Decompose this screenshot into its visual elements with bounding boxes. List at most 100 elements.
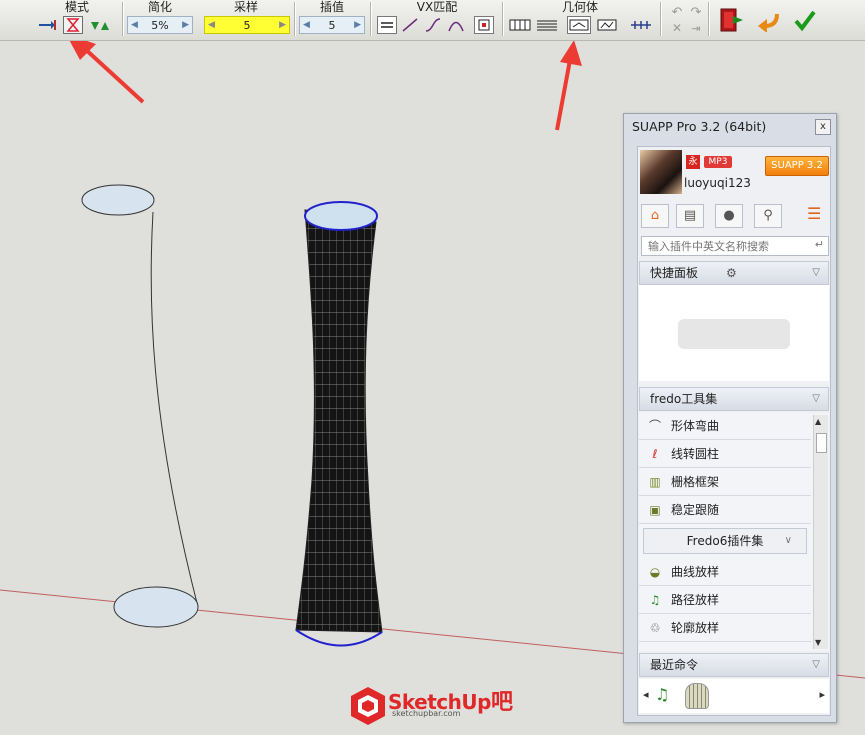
tool-item-skin-loft[interactable]: ♲ 轮廓放样 — [639, 615, 811, 642]
bottom-profile-ellipse — [113, 586, 199, 628]
mode-group: 模式 — [32, 0, 122, 40]
quick-panel-title: 快捷面板 — [650, 266, 699, 280]
mp3-badge: MP3 — [704, 156, 732, 168]
quick-panel-header[interactable]: 快捷面板 ⚙ ▽ — [639, 261, 829, 285]
path-loft-icon[interactable]: ♫ — [655, 685, 669, 704]
interp-value: 5 — [328, 18, 336, 32]
loft-icon: ◒ — [649, 565, 661, 579]
hourglass-icon[interactable] — [63, 16, 83, 34]
vx-match-group: VX匹配 — [374, 0, 500, 40]
mode-group-title: 模式 — [64, 0, 89, 14]
simplify-spinner[interactable]: ◀ 5% ▶ — [127, 16, 193, 34]
s-curve-icon[interactable] — [423, 16, 443, 34]
arc-icon[interactable] — [446, 16, 466, 34]
path-loft-icon: ♫ — [649, 593, 661, 607]
rows-icon[interactable] — [535, 16, 559, 34]
accept-check-icon[interactable] — [792, 6, 818, 34]
decrement-icon[interactable]: ◀ — [131, 20, 138, 30]
triangles-icon[interactable] — [89, 16, 109, 34]
sampling-spinner[interactable]: ◀ 5 ▶ — [204, 16, 290, 34]
panel-tabs: ⌂ ▤ ● ⚲ ☰ — [641, 204, 827, 230]
tool-item-path-loft[interactable]: ♫ 路径放样 — [639, 587, 811, 614]
quick-panel-placeholder — [678, 319, 790, 349]
watermark-url: sketchupbar.com — [392, 709, 461, 718]
suapp-version-button[interactable]: SUAPP 3.2 — [765, 156, 829, 176]
chevron-down-icon[interactable]: ▽ — [812, 388, 820, 410]
lattice-icon: ▥ — [649, 475, 661, 489]
simplify-group: 简化 ◀ 5% ▶ — [125, 0, 195, 40]
lofted-tower-mesh — [295, 209, 383, 633]
geometry-group: 几何体 — [505, 0, 655, 40]
annotation-arrow-right — [555, 41, 582, 131]
surface-tri-icon[interactable] — [595, 16, 619, 34]
scroll-up-icon[interactable]: ▲ — [815, 417, 821, 426]
enter-icon[interactable]: ↵ — [815, 238, 824, 251]
skip-icon[interactable]: ⇥ — [686, 19, 706, 37]
tool-item-tube[interactable]: ℓ 线转圆柱 — [639, 441, 811, 468]
columns-icon[interactable] — [508, 16, 532, 34]
menu-icon[interactable]: ☰ — [807, 204, 821, 223]
increment-icon[interactable]: ▶ — [354, 20, 361, 30]
home-icon[interactable]: ⌂ — [641, 204, 669, 228]
library-icon[interactable]: ▤ — [676, 204, 704, 228]
square-frame-icon[interactable] — [474, 16, 494, 34]
exit-door-icon[interactable] — [716, 5, 746, 35]
interp-title: 插值 — [319, 0, 344, 14]
user-icon[interactable]: ● — [715, 204, 743, 228]
surface-quad-icon[interactable] — [567, 16, 591, 34]
vx-match-title: VX匹配 — [416, 0, 458, 14]
scroll-down-icon[interactable]: ▼ — [815, 638, 821, 647]
chevron-down-icon: ∨ — [784, 535, 792, 546]
tool-label: 轮廓放样 — [671, 621, 720, 635]
recent-commands-header[interactable]: 最近命令 ▽ — [639, 653, 829, 677]
sampling-value: 5 — [243, 18, 251, 32]
tool-item-bend[interactable]: ⌒ 形体弯曲 — [639, 413, 811, 440]
gear-icon[interactable]: ⚙ — [726, 262, 737, 284]
fredo6-dropdown[interactable]: Fredo6插件集 ∨ — [643, 528, 807, 554]
annotation-arrow-left — [69, 41, 145, 104]
chevron-down-icon[interactable]: ▽ — [812, 262, 820, 284]
back-arrow-icon[interactable] — [754, 6, 782, 34]
suapp-panel: SUAPP Pro 3.2 (64bit) x 永 MP3 SUAPP 3.2 … — [623, 113, 837, 723]
loft-icon[interactable] — [685, 683, 709, 709]
divider — [122, 2, 124, 36]
sampling-group: 采样 ◀ 5 ▶ — [202, 0, 290, 40]
arrow-icon[interactable] — [37, 16, 57, 34]
parallel-lines-icon[interactable] — [377, 16, 397, 34]
fredo-section-header[interactable]: fredo工具集 ▽ — [639, 387, 829, 411]
tool-item-lattice[interactable]: ▥ 栅格框架 — [639, 469, 811, 496]
watermark-suffix: 吧 — [490, 690, 513, 715]
close-button[interactable]: x — [815, 119, 831, 135]
next-icon[interactable]: ▸ — [819, 688, 825, 701]
decrement-icon[interactable]: ◀ — [303, 20, 310, 30]
line-icon[interactable] — [400, 16, 420, 34]
recent-commands-title: 最近命令 — [650, 658, 699, 672]
interp-group: 插值 ◀ 5 ▶ — [297, 0, 367, 40]
quick-panel-body — [639, 285, 829, 381]
tool-label: 曲线放样 — [671, 565, 720, 579]
prev-icon[interactable]: ◂ — [643, 688, 649, 701]
fredo-section-title: fredo工具集 — [650, 392, 718, 406]
clear-icon[interactable]: ✕ — [667, 19, 687, 37]
increment-icon[interactable]: ▶ — [279, 20, 286, 30]
plugin-search-input[interactable] — [641, 236, 829, 256]
search-icon[interactable]: ⚲ — [754, 204, 782, 228]
curviloft-toolbar: 模式 简化 ◀ 5% ▶ 采样 ◀ 5 ▶ 插值 ◀ 5 ▶ VX匹配 几何体 … — [0, 0, 865, 41]
vertices-icon[interactable] — [629, 16, 653, 34]
divider — [294, 2, 296, 36]
increment-icon[interactable]: ▶ — [182, 20, 189, 30]
rail-curve — [150, 211, 199, 608]
tool-item-follow[interactable]: ▣ 稳定跟随 — [639, 497, 811, 524]
panel-title: SUAPP Pro 3.2 (64bit) — [632, 119, 767, 134]
interp-spinner[interactable]: ◀ 5 ▶ — [299, 16, 365, 34]
avatar[interactable] — [640, 150, 682, 194]
watermark-logo-icon — [351, 687, 385, 725]
tool-item-curve-loft[interactable]: ◒ 曲线放样 — [639, 559, 811, 586]
tool-label: 稳定跟随 — [671, 503, 720, 517]
scroll-thumb[interactable] — [816, 433, 827, 453]
simplify-title: 简化 — [147, 0, 172, 14]
decrement-icon[interactable]: ◀ — [208, 20, 215, 30]
list-scrollbar[interactable]: ▲ ▼ — [813, 415, 828, 649]
top-profile-ellipse — [81, 184, 155, 216]
chevron-down-icon[interactable]: ▽ — [812, 654, 820, 676]
